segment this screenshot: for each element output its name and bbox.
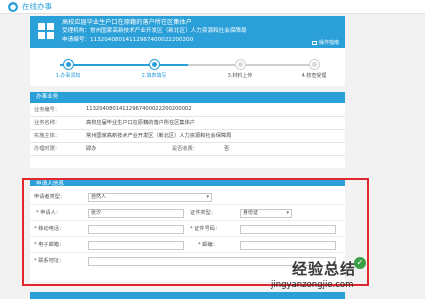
row-key: 业务名称： bbox=[30, 116, 82, 130]
step-dot bbox=[309, 60, 319, 69]
step-4[interactable]: 4.核查受理 bbox=[284, 60, 344, 79]
guide-label: 操作指南 bbox=[318, 40, 339, 46]
row-key: 是否收费： bbox=[168, 142, 220, 156]
step-dot bbox=[235, 60, 245, 69]
top-bar: ● 在线办事 bbox=[0, 0, 425, 14]
row-value: 高校应届毕业生户口在原籍的落户所在区集体户 bbox=[82, 116, 345, 130]
step-3[interactable]: 3.材料上传 bbox=[210, 60, 270, 79]
step-label: 2.填表填写 bbox=[141, 73, 167, 79]
watermark-url: jingyanzongjie.com bbox=[271, 280, 354, 290]
step-dot bbox=[149, 60, 159, 69]
table-row: 实施主体： 常州国家高新技术产业开发区（新北区）人力资源和社会保障局 bbox=[30, 129, 345, 143]
business-info-table: 业务编号： 11320408014112967400022200200002 业… bbox=[30, 103, 345, 168]
service-name: 高校应届毕业生户口在原籍的落户所在区集体户 bbox=[62, 19, 192, 26]
step-1[interactable]: 1.办事须知 bbox=[38, 60, 98, 79]
row-value: 常州国家高新技术产业开发区（新北区）人力资源和社会保障局 bbox=[82, 129, 345, 143]
step-2[interactable]: 2.填表填写 bbox=[124, 60, 184, 79]
step-label: 4.核查受理 bbox=[301, 73, 327, 79]
row-key: 业务编号： bbox=[30, 103, 82, 117]
row-value: 否 bbox=[220, 142, 345, 156]
guide-button[interactable]: 操作指南 bbox=[311, 39, 339, 46]
watermark-text: 经验总结 bbox=[292, 260, 357, 278]
printer-icon bbox=[311, 40, 317, 45]
page-title: 在线办事 bbox=[22, 2, 52, 11]
service-header: 高校应届毕业生户口在原籍的落户所在区集体户 受理机构：常州国家高新技术产业开发区… bbox=[30, 16, 345, 48]
accepting-agency: 受理机构：常州国家高新技术产业开发区（新北区）人力资源和社会保障局 bbox=[62, 28, 247, 35]
step-label: 3.材料上传 bbox=[227, 73, 253, 79]
row-value: 11320408014112967400022200200002 bbox=[82, 103, 345, 117]
application-number: 申请编号：11320408014112967400022200200 bbox=[62, 36, 194, 43]
step-label: 1.办事须知 bbox=[55, 73, 81, 79]
next-section-title bbox=[30, 292, 345, 299]
step-dot bbox=[63, 60, 73, 69]
table-row: 业务编号： 11320408014112967400022200200002 bbox=[30, 103, 345, 117]
grid-logo-icon bbox=[38, 23, 54, 40]
row-key: 实施主体： bbox=[30, 129, 82, 143]
business-section-title: 办事业务 bbox=[30, 92, 345, 103]
table-row: 办理时限： 即办 是否收费： 否 bbox=[30, 142, 345, 156]
checkmark-icon: ✓ bbox=[354, 257, 366, 269]
table-row: 业务名称： 高校应届毕业生户口在原籍的落户所在区集体户 bbox=[30, 116, 345, 130]
info-circle-icon: ● bbox=[8, 2, 18, 12]
row-value: 即办 bbox=[82, 142, 168, 156]
row-key: 办理时限： bbox=[30, 142, 82, 156]
progress-steps: 1.办事须知 2.填表填写 3.材料上传 4.核查受理 bbox=[30, 48, 345, 86]
